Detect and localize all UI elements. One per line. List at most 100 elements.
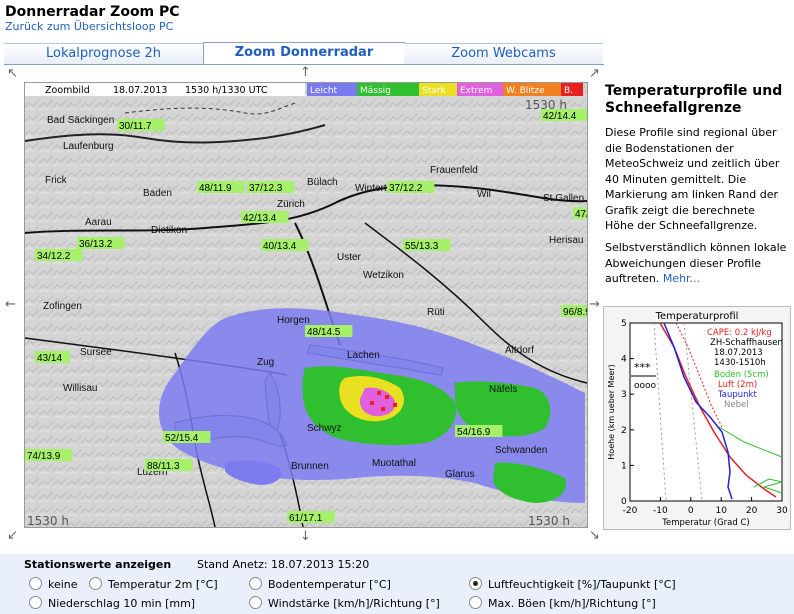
pan-north-icon[interactable]: ↑ — [300, 66, 311, 79]
place-label: Bad Säckingen — [47, 115, 114, 126]
station-label: 36/13.2 — [79, 239, 113, 250]
profile-cape: CAPE: 0.2 kJ/kg — [707, 328, 772, 338]
tab-zoom-donnerradar[interactable]: Zoom Donnerradar — [203, 42, 405, 65]
station-label: 43/14 — [37, 353, 62, 364]
temperature-profile: Temperaturprofil 543210 -20 -10 0 10 20 30 Ho… — [603, 306, 791, 530]
station-label: 48/11.9 — [199, 183, 232, 194]
radio-button[interactable] — [29, 577, 42, 590]
radio-button-selected[interactable] — [469, 577, 482, 590]
pan-east-icon[interactable]: → — [589, 298, 600, 311]
radio-option-bodentemperatur[interactable]: Bodentemperatur [°C] — [249, 577, 391, 591]
radio-label: Max. Böen [km/h]/Richtung [°] — [488, 597, 656, 610]
place-label: Glarus — [445, 469, 474, 480]
map-caption: Zoombild — [45, 85, 90, 96]
radio-option-windstaerke[interactable]: Windstärke [km/h]/Richtung [°] — [249, 596, 440, 610]
place-label: Horgen — [277, 315, 310, 326]
place-label: Lachen — [347, 350, 380, 361]
radio-button[interactable] — [469, 596, 482, 609]
snowline-stars: *** — [634, 361, 651, 374]
radio-option-max-boeen[interactable]: Max. Böen [km/h]/Richtung [°] — [469, 596, 656, 610]
legend-label: W. Blitze — [506, 86, 545, 96]
station-label: 55/13.3 — [405, 241, 439, 252]
place-label: Dietikon — [151, 225, 187, 236]
sidebar-heading: Temperaturprofile und Schneefallgrenze — [605, 83, 783, 116]
profile-y-tick: 2 — [621, 426, 627, 436]
tab-lokalprognose[interactable]: Lokalprognose 2h — [4, 43, 203, 65]
pan-northwest-icon[interactable]: ↖ — [7, 67, 18, 80]
radio-label: Luftfeuchtigkeit [%]/Taupunkt [°C] — [488, 578, 676, 591]
station-label: 37/12.3 — [249, 183, 283, 194]
place-label: Willisau — [63, 383, 97, 394]
legend-label: Leicht — [310, 86, 338, 96]
more-link[interactable]: Mehr... — [663, 272, 700, 285]
sidebar-description: Diese Profile sind regional über die Bod… — [605, 126, 780, 232]
place-label: Brunnen — [291, 461, 329, 472]
map-time-corner-bottom-right: 1530 h — [528, 514, 570, 527]
station-label: 54/16.9 — [457, 427, 491, 438]
station-label: 47/12.6 — [575, 209, 587, 220]
profile-date: 18.07.2013 — [714, 348, 763, 358]
place-label: Altdorf — [505, 345, 534, 356]
back-link[interactable]: Zurück zum Übersichtsloop PC — [5, 20, 173, 33]
place-label: Rüti — [427, 307, 445, 318]
radio-label: keine — [48, 578, 78, 591]
tab-zoom-webcams[interactable]: Zoom Webcams — [404, 43, 603, 65]
station-values-timestamp: Stand Anetz: 18.07.2013 15:20 — [197, 558, 370, 571]
place-label: Zofingen — [43, 301, 82, 312]
radio-button[interactable] — [89, 577, 102, 590]
radio-option-keine[interactable]: keine — [29, 577, 78, 591]
profile-time: 1430-1510h — [714, 358, 766, 368]
profile-y-tick: 1 — [621, 461, 627, 471]
place-label: Zürich — [277, 199, 305, 210]
place-label: Schwyz — [307, 423, 341, 434]
profile-x-tick: 30 — [776, 506, 788, 516]
radio-option-temperatur[interactable]: Temperatur 2m [°C] — [89, 577, 218, 591]
place-label: Herisau — [549, 235, 583, 246]
place-label: Wil — [477, 189, 491, 200]
place-label: Uster — [337, 252, 362, 263]
radio-button[interactable] — [249, 596, 262, 609]
station-values-title: Stationswerte anzeigen — [24, 558, 172, 571]
station-label: 34/12.2 — [37, 251, 71, 262]
profile-legend-nebel: Nebel — [724, 400, 749, 410]
page-title: Donnerradar Zoom PC — [5, 4, 180, 20]
place-label: Bülach — [307, 177, 338, 188]
pan-southeast-icon[interactable]: ↘ — [589, 529, 600, 542]
map-time-corner-top: 1530 h — [525, 98, 567, 112]
place-label: Baden — [143, 188, 172, 199]
radio-label: Temperatur 2m [°C] — [108, 578, 218, 591]
pan-northeast-icon[interactable]: ↗ — [589, 67, 600, 80]
station-label: 40/13.4 — [263, 241, 297, 252]
station-label: 74/13.9 — [27, 451, 61, 462]
place-label: Sursee — [80, 347, 112, 358]
radar-map[interactable]: Bad Säckingen Laufenburg Frick Aarau Zofinge… — [24, 82, 588, 528]
profile-x-tick: 10 — [715, 506, 727, 516]
profile-x-tick: 0 — [688, 506, 694, 516]
profile-y-tick: 3 — [621, 390, 627, 400]
profile-y-tick: 4 — [621, 355, 627, 365]
pan-west-icon[interactable]: ← — [5, 298, 16, 311]
legend-label: Mässig — [360, 86, 391, 96]
station-label: 88/11.3 — [147, 461, 180, 472]
station-label: 48/14.5 — [307, 327, 341, 338]
profile-y-label: Hoehe (km ueber Meer) — [607, 364, 616, 459]
station-label: 61/17.1 — [289, 513, 323, 524]
pan-south-icon[interactable]: ↓ — [300, 530, 311, 543]
radio-option-luftfeuchtigkeit[interactable]: Luftfeuchtigkeit [%]/Taupunkt [°C] — [469, 577, 676, 591]
place-label: Aarau — [85, 217, 112, 228]
profile-title: Temperaturprofil — [655, 311, 739, 322]
radio-option-niederschlag[interactable]: Niederschlag 10 min [mm] — [29, 596, 195, 610]
radio-button[interactable] — [29, 596, 42, 609]
map-date: 18.07.2013 — [113, 85, 167, 96]
place-label: Zug — [257, 357, 274, 368]
profile-x-tick: 20 — [746, 506, 758, 516]
place-label: Schwanden — [495, 445, 547, 456]
place-label: Frauenfeld — [430, 165, 478, 176]
legend-label: Stark — [422, 86, 446, 96]
station-label: 30/11.7 — [119, 121, 152, 132]
place-label: Frick — [45, 175, 68, 186]
radio-button[interactable] — [249, 577, 262, 590]
profile-x-tick: -20 — [623, 506, 638, 516]
pan-southwest-icon[interactable]: ↙ — [7, 529, 18, 542]
profile-station: ZH-Schaffhausen — [710, 338, 783, 348]
